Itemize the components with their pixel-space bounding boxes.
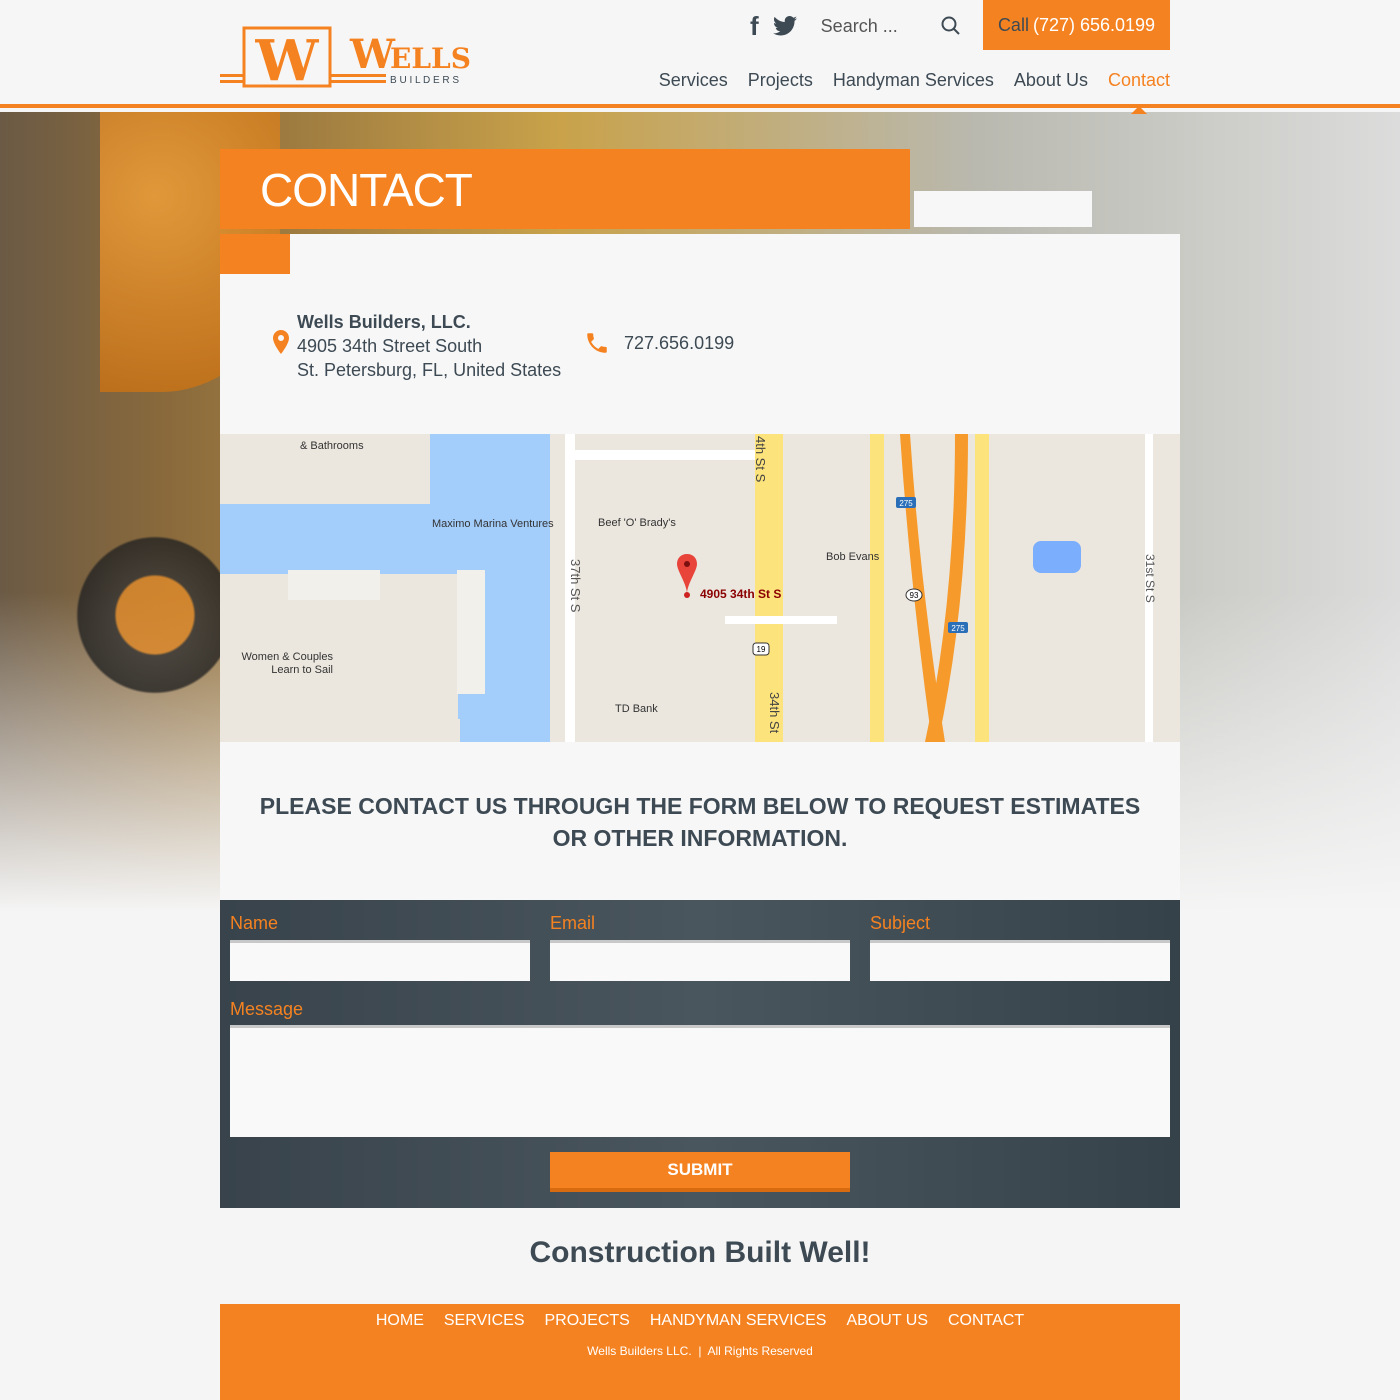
search-box[interactable]: Search ... [821,16,961,37]
decor-block [220,234,290,274]
street-label: 34th St [767,692,782,734]
page-title: CONTACT [220,149,910,229]
nav-about-us[interactable]: About Us [1014,70,1088,91]
svg-text:W: W [255,28,320,90]
map-label: 4905 34th St S [700,587,781,601]
facebook-icon[interactable]: f [750,11,759,42]
site-footer: HOME SERVICES PROJECTS HANDYMAN SERVICES… [220,1304,1180,1400]
contact-form: Name Email Subject Message SUBMIT [220,900,1180,1208]
street-label: 37th St S [568,559,583,613]
copyright: Wells Builders LLC. | All Rights Reserve… [587,1344,813,1358]
map-label: Bob Evans [826,551,880,563]
map-label: Women & Couples [241,651,333,663]
street-label: 31st St S [1143,554,1157,603]
location-pin-icon [273,330,289,354]
call-number: (727) 656.0199 [1032,14,1156,35]
map-label: Learn to Sail [271,664,333,676]
main-nav: Services Projects Handyman Services Abou… [659,70,1170,114]
email-label: Email [550,913,596,933]
subject-label: Subject [870,913,931,933]
highway-shield: 275 [951,624,965,633]
subject-input[interactable] [870,940,1170,981]
street-label: 4th St S [753,436,768,483]
call-button[interactable]: Call (727) 656.0199 [983,0,1170,50]
footer-link-services[interactable]: SERVICES [444,1312,525,1330]
address-city: St. Petersburg, FL, United States [297,360,562,380]
cta-line: or other information. [552,825,848,851]
footer-link-handyman[interactable]: HANDYMAN SERVICES [650,1312,827,1330]
phone-icon [587,333,607,353]
footer-link-contact[interactable]: CONTACT [948,1312,1024,1330]
name-label: Name [230,913,279,933]
submit-button[interactable]: SUBMIT [550,1152,850,1192]
contact-cta: Please contact us through the form below… [220,790,1180,854]
email-input[interactable] [550,940,850,981]
message-label: Message [230,999,304,1019]
address-block: Wells Builders, LLC. 4905 34th Street So… [273,310,562,382]
nav-handyman-services[interactable]: Handyman Services [833,70,994,91]
footer-link-home[interactable]: HOME [376,1312,424,1330]
site-header: W W ELLS B U I L D E R S f Search ... Ca… [0,0,1400,114]
map-label: TD Bank [615,703,658,715]
svg-text:ELLS: ELLS [390,42,471,75]
svg-text:B U I L D E R S: B U I L D E R S [390,75,459,86]
footer-nav: HOME SERVICES PROJECTS HANDYMAN SERVICES… [220,1312,1180,1330]
earmuffs-image [70,520,240,710]
svg-text:W: W [349,31,396,78]
company-name: Wells Builders, LLC. [297,312,471,332]
search-input[interactable]: Search ... [821,16,898,37]
map-label: Maximo Marina Ventures [432,518,554,530]
highway-shield: 93 [910,591,919,600]
highway-shield: 19 [757,645,766,654]
call-label: Call [997,14,1029,35]
decor-box [914,191,1092,227]
search-icon[interactable] [941,16,961,36]
address-street: 4905 34th Street South [297,336,483,356]
footer-link-projects[interactable]: PROJECTS [545,1312,630,1330]
nav-contact[interactable]: Contact [1108,70,1170,114]
top-bar: f Search ... [750,0,961,52]
twitter-icon[interactable] [772,16,797,36]
footer-link-about[interactable]: ABOUT US [846,1312,928,1330]
nav-projects[interactable]: Projects [748,70,813,91]
highway-shield: 275 [899,499,913,508]
contact-panel: Wells Builders, LLC. 4905 34th Street So… [220,234,1180,900]
tagline: Construction Built Well! [529,1236,871,1269]
location-map[interactable]: & Bathrooms Maximo Marina Ventures Beef … [220,434,1180,742]
map-label: Beef 'O' Brady's [598,517,676,529]
phone-block: 727.656.0199 [584,330,734,356]
phone-number[interactable]: 727.656.0199 [624,333,734,354]
logo[interactable]: W W ELLS B U I L D E R S [220,24,520,95]
message-textarea[interactable] [230,1025,1170,1137]
map-label: & Bathrooms [300,440,364,452]
name-input[interactable] [230,940,530,981]
cta-line: Please contact us through the form below… [259,793,1141,819]
nav-services[interactable]: Services [659,70,728,91]
